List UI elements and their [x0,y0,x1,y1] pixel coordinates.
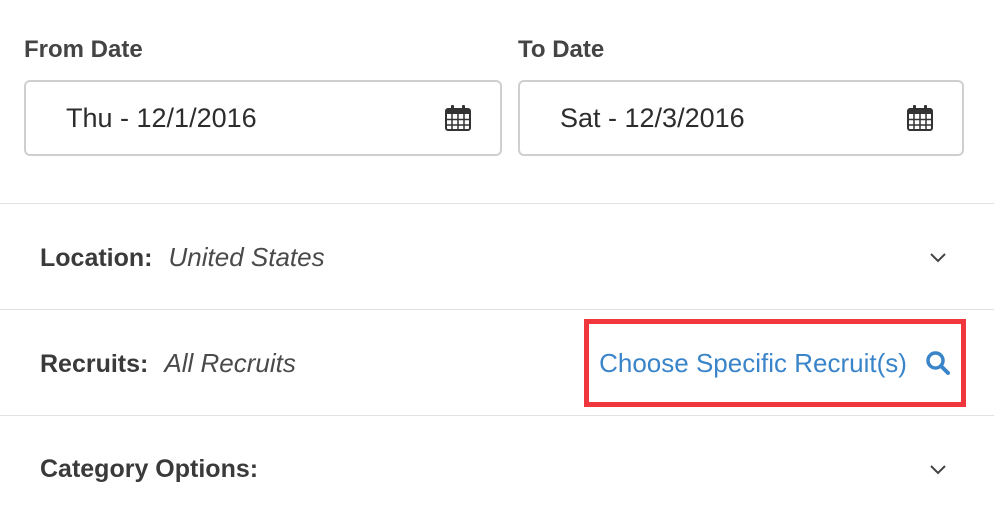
location-row[interactable]: Location: United States [40,204,954,310]
recruits-value: All Recruits [164,347,296,378]
to-date-group: To Date Sat - 12/3/2016 [518,34,964,156]
choose-specific-recruits-label: Choose Specific Recruit(s) [599,347,907,378]
recruits-label: Recruits: [40,349,149,378]
category-row[interactable]: Category Options: [40,416,954,522]
from-date-group: From Date Thu - 12/1/2016 [24,34,502,156]
location-label: Location: [40,243,153,272]
chevron-down-icon[interactable] [926,457,950,481]
chevron-down-icon[interactable] [926,245,950,269]
to-date-value: Sat - 12/3/2016 [560,102,745,133]
choose-specific-recruits-link[interactable]: Choose Specific Recruit(s) [584,319,966,407]
to-date-label: To Date [518,36,605,63]
to-date-field[interactable]: Sat - 12/3/2016 [518,80,964,156]
search-icon [925,350,951,376]
from-date-value: Thu - 12/1/2016 [66,102,257,133]
from-date-label: From Date [24,36,143,63]
calendar-icon[interactable] [444,104,472,132]
calendar-icon[interactable] [906,104,934,132]
category-options-label: Category Options: [40,454,259,483]
from-date-field[interactable]: Thu - 12/1/2016 [24,80,502,156]
location-value: United States [168,241,325,272]
